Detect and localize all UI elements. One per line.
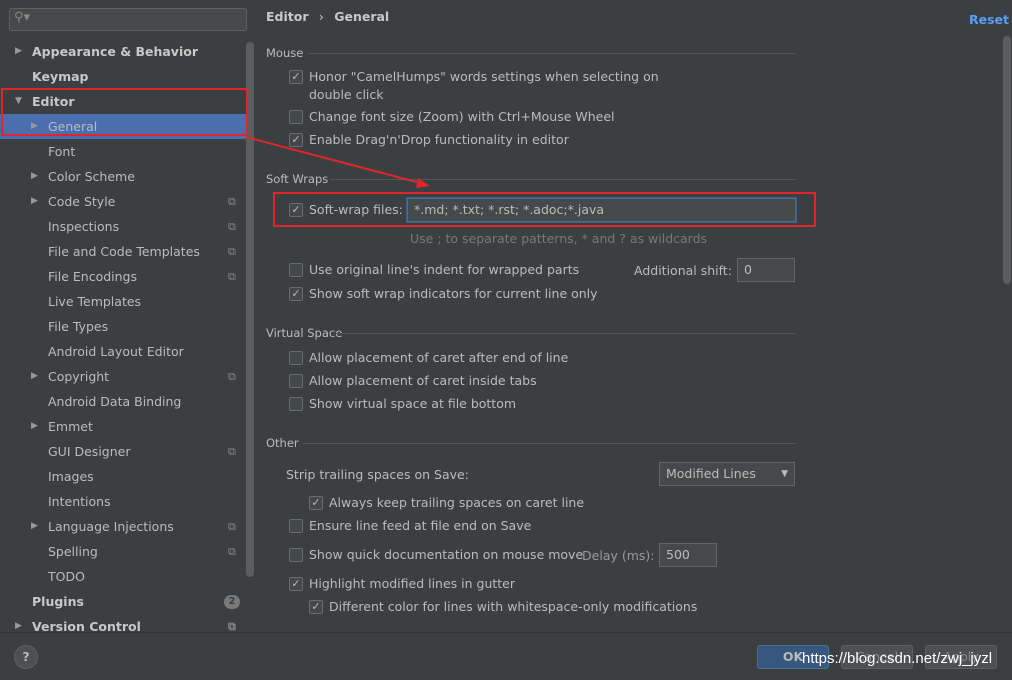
annotation-arrow [245,136,430,188]
